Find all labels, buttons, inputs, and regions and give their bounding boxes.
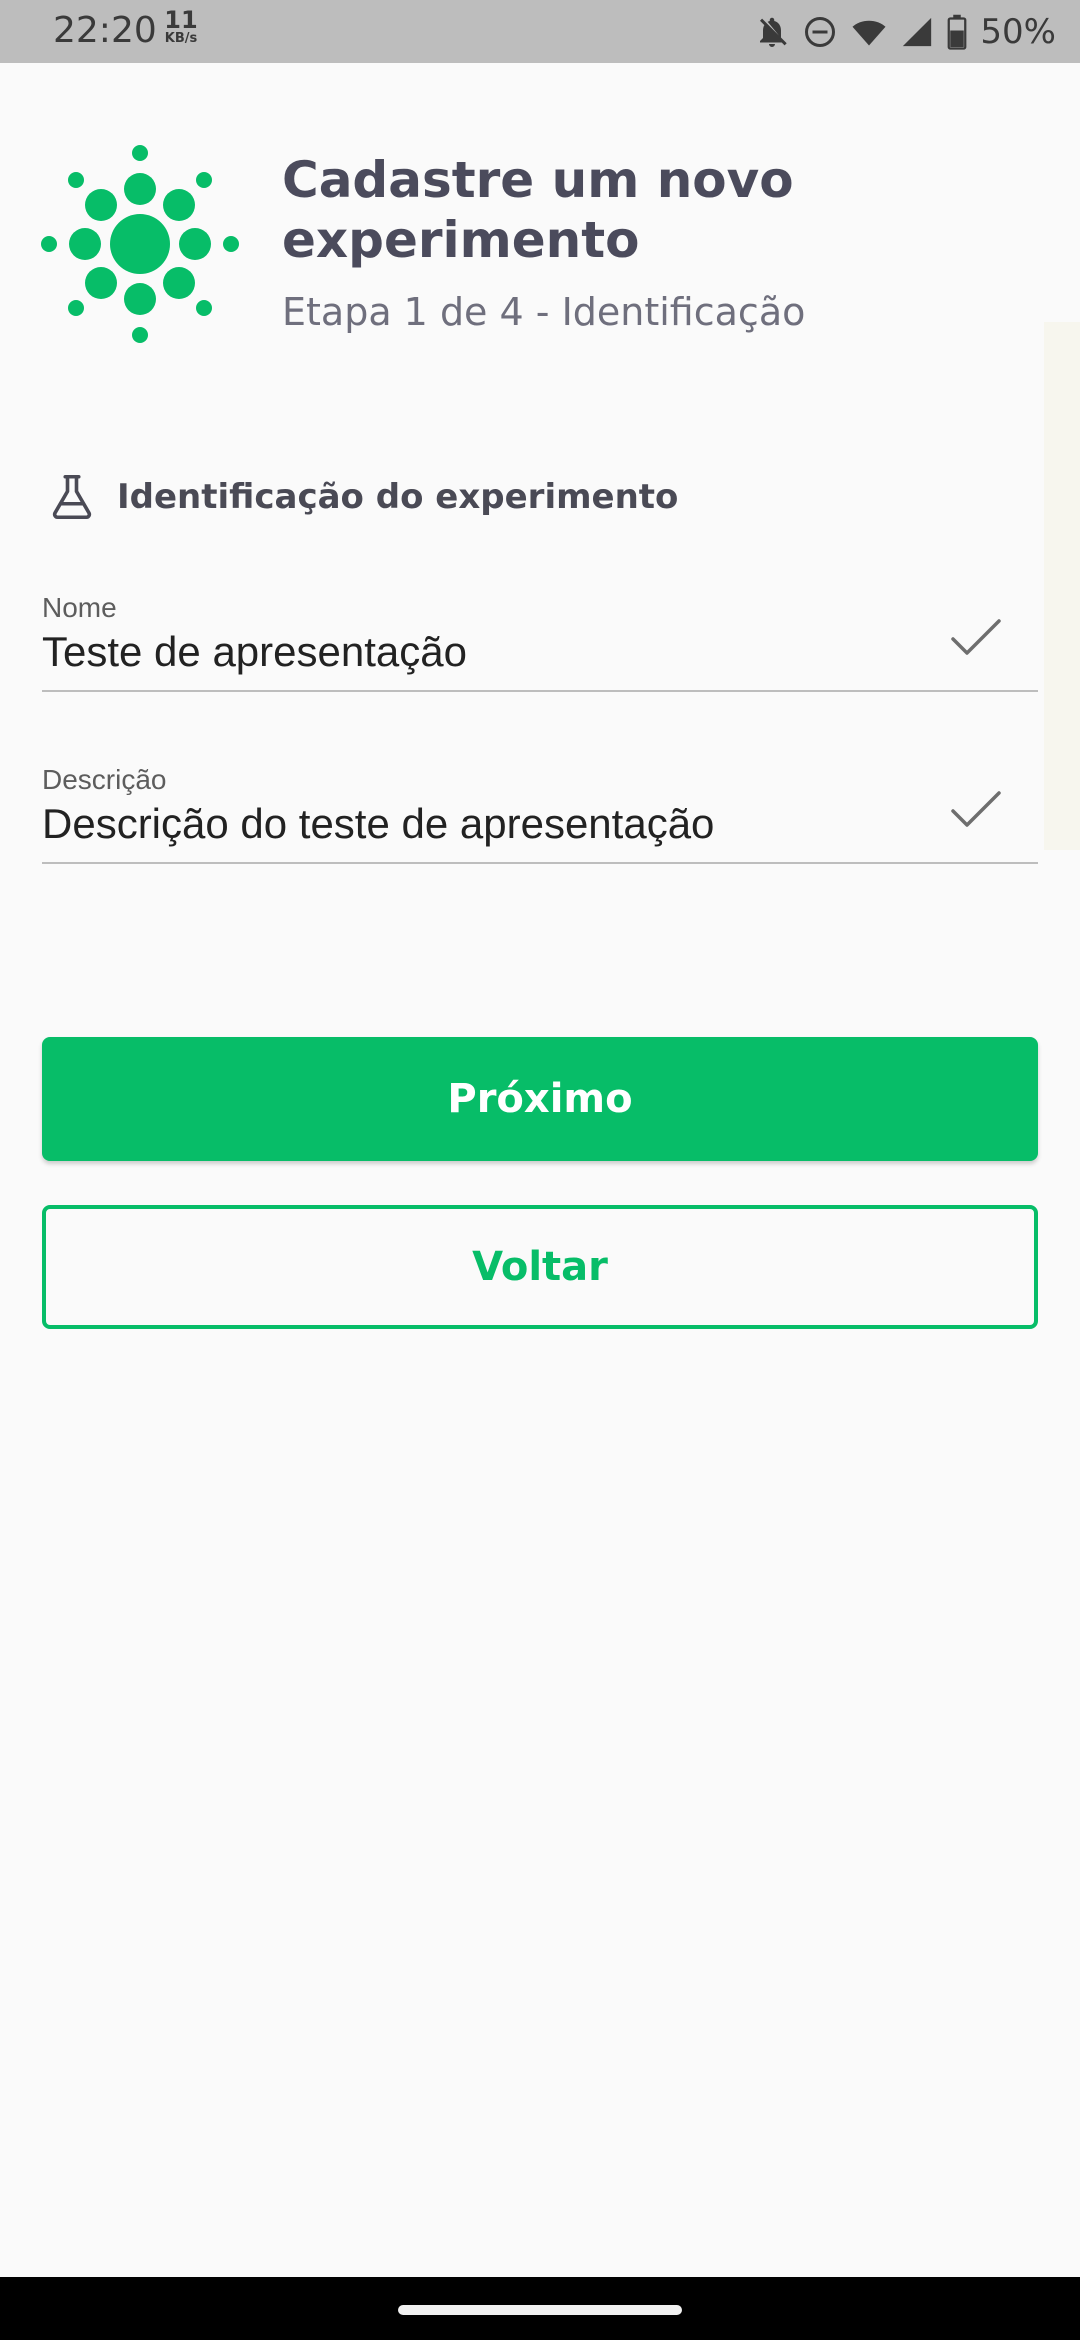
flask-icon — [52, 474, 92, 520]
home-gesture-handle[interactable] — [398, 2305, 682, 2315]
network-speed: 11 KB/s — [158, 8, 204, 45]
check-icon — [951, 791, 1001, 827]
do-not-disturb-icon — [805, 17, 836, 47]
status-time: 22:20 — [53, 10, 157, 51]
name-field-label: Nome — [42, 592, 117, 623]
sunburst-logo — [41, 145, 239, 343]
navigation-bar — [0, 2277, 1080, 2340]
page-title: Cadastre um novo experimento — [282, 151, 794, 269]
description-field-label: Descrição — [42, 764, 167, 795]
step-subtitle: Etapa 1 de 4 - Identificação — [282, 290, 806, 334]
section-header: Identificação do experimento — [45, 470, 678, 524]
status-icons: 50% — [754, 12, 1056, 52]
notifications-off-icon — [760, 17, 788, 47]
back-button[interactable]: Voltar — [42, 1205, 1038, 1329]
name-input[interactable] — [42, 624, 922, 690]
next-button[interactable]: Próximo — [42, 1037, 1038, 1161]
signal-icon — [903, 17, 932, 47]
description-field[interactable]: Descrição — [42, 760, 1038, 864]
battery-percentage: 50% — [980, 12, 1056, 52]
battery-icon — [948, 14, 967, 50]
check-icon — [951, 619, 1001, 655]
network-speed-value: 11 — [164, 6, 198, 34]
wifi-icon — [852, 20, 886, 46]
side-scroll-edge — [1044, 322, 1080, 850]
status-bar: 22:20 11 KB/s 50% — [0, 0, 1080, 63]
description-input[interactable] — [42, 796, 922, 862]
network-speed-unit: KB/s — [164, 31, 198, 46]
section-title: Identificação do experimento — [117, 477, 679, 517]
name-field[interactable]: Nome — [42, 588, 1038, 692]
